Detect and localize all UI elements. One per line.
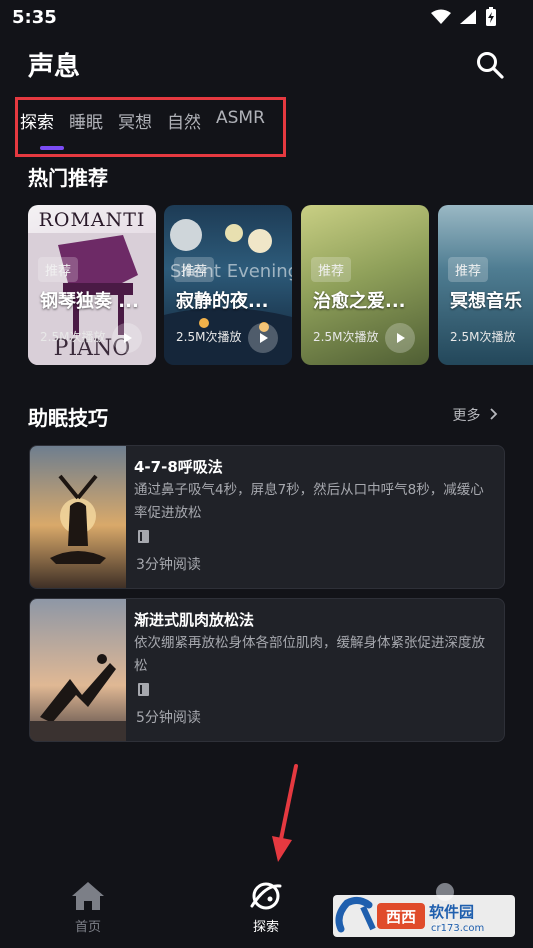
svg-text:西西: 西西 bbox=[386, 908, 416, 926]
watermark-logo: 西西 软件园 cr173.com bbox=[333, 895, 515, 937]
card-silent-evening[interactable]: Silent Evening 推荐 寂静的夜... 2.5M次播放 bbox=[164, 205, 292, 365]
card-title: 钢琴独奏 ... bbox=[40, 291, 139, 312]
card-play-button[interactable] bbox=[248, 323, 278, 353]
card-title: 寂静的夜... bbox=[176, 291, 269, 312]
signal-icon bbox=[460, 10, 476, 24]
card-play-button[interactable] bbox=[385, 323, 415, 353]
more-link[interactable]: 更多 bbox=[453, 405, 499, 425]
battery-icon bbox=[486, 7, 496, 26]
status-time: 5:35 bbox=[12, 7, 57, 28]
nav-label: 首页 bbox=[74, 920, 101, 935]
category-tabs: 探索 睡眠 冥想 自然 ASMR bbox=[20, 108, 280, 133]
tip-description: 依次绷紧再放松身体各部位肌肉，缓解身体紧张促进深度放松 bbox=[134, 635, 485, 674]
tip-image bbox=[30, 599, 126, 741]
card-play-count: 2.5M次播放 bbox=[176, 330, 242, 344]
tip-title: 渐进式肌肉放松法 bbox=[134, 611, 255, 629]
tip-read-time: 5分钟阅读 bbox=[136, 710, 201, 726]
tab-nature[interactable]: 自然 bbox=[167, 108, 201, 133]
card-tag: 推荐 bbox=[311, 257, 352, 282]
tip-description: 通过鼻子吸气4秒，屏息7秒，然后从口中呼气8秒，减缓心率促进放松 bbox=[134, 482, 484, 521]
wifi-icon bbox=[431, 9, 451, 24]
play-icon bbox=[260, 333, 268, 343]
tip-card-muscle-relax[interactable]: 渐进式肌肉放松法 依次绷紧再放松身体各部位肌肉，缓解身体紧张促进深度放松 5分钟… bbox=[29, 598, 505, 742]
nav-home[interactable]: 首页 bbox=[70, 880, 106, 935]
tab-sleep[interactable]: 睡眠 bbox=[69, 108, 103, 133]
card-title: 冥想音乐 bbox=[450, 291, 522, 312]
card-play-button[interactable] bbox=[112, 323, 142, 353]
tab-asmr[interactable]: ASMR bbox=[216, 108, 265, 133]
status-icons bbox=[431, 7, 497, 27]
play-icon bbox=[124, 333, 132, 343]
card-tag: 推荐 bbox=[174, 257, 215, 282]
explore-icon bbox=[250, 882, 282, 910]
more-label: 更多 bbox=[452, 408, 481, 424]
tip-card-breathing[interactable]: 4-7-8呼吸法 通过鼻子吸气4秒，屏息7秒，然后从口中呼气8秒，减缓心率促进放… bbox=[29, 445, 505, 589]
card-meditation-music[interactable]: 推荐 冥想音乐 2.5M次播放 bbox=[438, 205, 533, 365]
search-button[interactable] bbox=[475, 50, 505, 80]
card-tag: 推荐 bbox=[38, 257, 79, 282]
nav-explore[interactable]: 探索 bbox=[248, 880, 284, 935]
svg-text:软件园: 软件园 bbox=[429, 903, 474, 921]
tab-explore[interactable]: 探索 bbox=[20, 108, 54, 133]
search-icon bbox=[477, 52, 504, 79]
card-piano-solo[interactable]: PIANO ROMANTI 推荐 钢琴独奏 ... 2.5M次播放 bbox=[28, 205, 156, 365]
card-art-text: ROMANTI bbox=[38, 209, 146, 231]
tips-section-title: 助眠技巧 bbox=[28, 406, 108, 430]
card-play-count: 2.5M次播放 bbox=[40, 330, 106, 344]
card-healing-love[interactable]: 推荐 治愈之爱... 2.5M次播放 bbox=[301, 205, 429, 365]
book-icon bbox=[138, 683, 149, 696]
play-icon bbox=[397, 333, 405, 343]
tip-read-time: 3分钟阅读 bbox=[136, 557, 201, 573]
nav-label: 探索 bbox=[252, 920, 279, 935]
tip-title: 4-7-8呼吸法 bbox=[134, 458, 223, 476]
card-title: 治愈之爱... bbox=[313, 291, 406, 312]
app-title: 声息 bbox=[28, 52, 81, 82]
card-play-count: 2.5M次播放 bbox=[450, 330, 516, 344]
tab-meditation[interactable]: 冥想 bbox=[118, 108, 152, 133]
annotation-arrow bbox=[272, 764, 298, 862]
card-tag: 推荐 bbox=[448, 257, 489, 282]
active-tab-indicator bbox=[40, 146, 64, 150]
home-icon bbox=[72, 882, 104, 910]
hot-section-title: 热门推荐 bbox=[28, 166, 108, 190]
svg-text:cr173.com: cr173.com bbox=[431, 923, 484, 934]
tip-image bbox=[30, 446, 126, 588]
status-bar: 5:35 bbox=[0, 0, 533, 36]
chevron-right-icon bbox=[490, 408, 498, 420]
hot-cards-row: PIANO ROMANTI 推荐 钢琴独奏 ... 2.5M次播放 Silent… bbox=[28, 205, 533, 365]
book-icon bbox=[138, 530, 149, 543]
card-play-count: 2.5M次播放 bbox=[313, 330, 379, 344]
